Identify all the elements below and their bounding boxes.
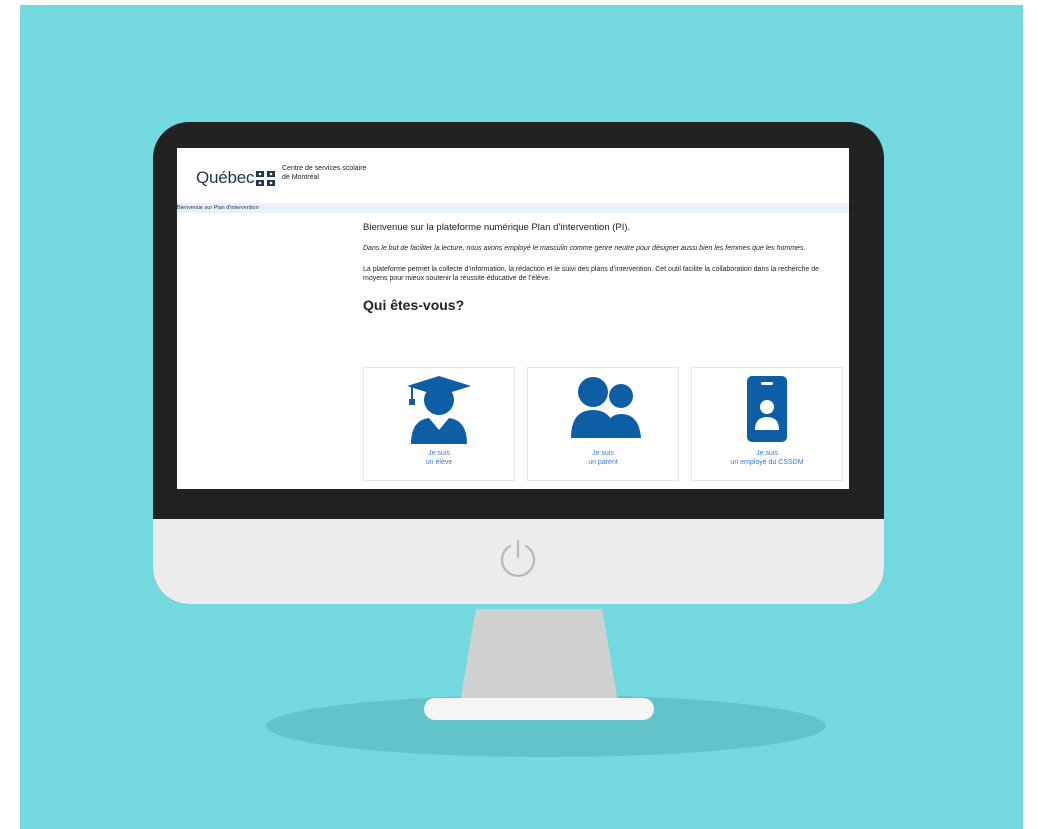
student-card-label-line1: Je suis <box>428 450 450 457</box>
monitor-neck <box>460 609 618 703</box>
logo-text: Québec <box>196 168 255 187</box>
student-card-label-line2: un élève <box>425 459 453 466</box>
monitor: Québec Centre de services scolaire de Mo… <box>153 122 884 604</box>
role-cards: Je suis un élève Je suis un parent Je su… <box>363 367 843 481</box>
gender-note: Dans le but de faciliter la lecture, nou… <box>363 245 806 252</box>
monitor-base <box>424 698 654 720</box>
platform-description: La plateforme permet la collecte d’infor… <box>363 266 820 282</box>
breadcrumb: Bienvenue sur Plan d'intervention <box>177 203 259 213</box>
employee-card[interactable]: Je suis un employé du CSSDM <box>691 367 843 481</box>
organization-name-line1: Centre de services scolaire <box>282 165 367 172</box>
breadcrumb-bar: Bienvenue sur Plan d'intervention <box>177 203 849 213</box>
parent-card-label-line1: Je suis <box>592 450 614 457</box>
employee-card-label-line2: un employé du CSSDM <box>730 459 804 466</box>
main-content: Bienvenue sur la plateforme numérique Pl… <box>363 222 843 313</box>
parent-icon <box>571 377 641 438</box>
parent-card-label: Je suis un parent <box>528 449 678 467</box>
student-card-label: Je suis un élève <box>364 449 514 467</box>
power-button[interactable] <box>496 536 540 580</box>
student-card[interactable]: Je suis un élève <box>363 367 515 481</box>
screen-bottom-edge <box>177 484 849 489</box>
organization-name: Centre de services scolaire de Montréal <box>282 164 366 182</box>
graduate-student-icon <box>407 376 471 444</box>
parent-card-label-line2: un parent <box>588 459 618 466</box>
parent-card[interactable]: Je suis un parent <box>527 367 679 481</box>
organization-name-line2: de Montréal <box>282 174 319 181</box>
employee-card-label-line1: Je suis <box>756 450 778 457</box>
power-icon <box>500 539 536 577</box>
welcome-text: Bienvenue sur la plateforme numérique Pl… <box>363 222 631 233</box>
fleur-de-lis-flag-icon <box>256 170 276 186</box>
site-header: Québec Centre de services scolaire de Mo… <box>177 148 849 201</box>
employee-card-label: Je suis un employé du CSSDM <box>692 449 842 467</box>
browser-screen: Québec Centre de services scolaire de Mo… <box>177 148 849 489</box>
employee-badge-icon <box>747 376 787 442</box>
who-are-you-heading: Qui êtes-vous? <box>363 297 465 313</box>
quebec-logo[interactable]: Québec <box>196 168 276 188</box>
